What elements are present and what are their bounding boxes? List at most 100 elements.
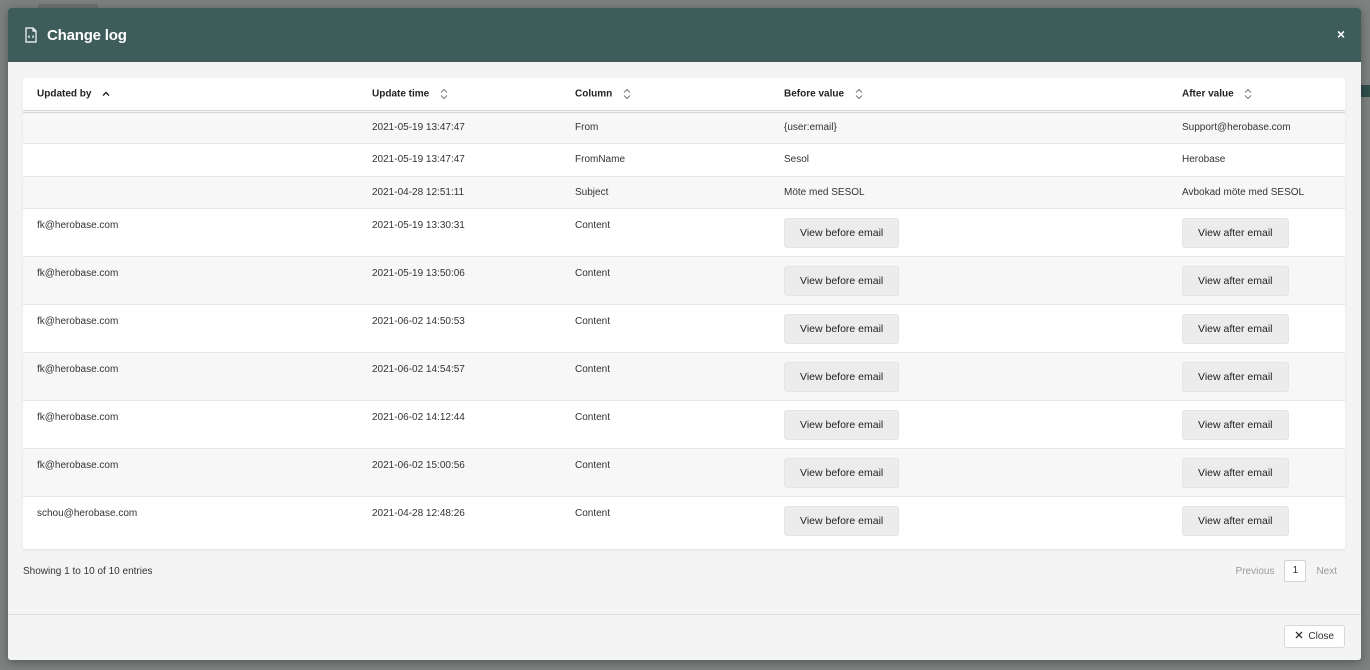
pagination-next[interactable]: Next xyxy=(1308,566,1345,577)
sort-updown-icon xyxy=(623,88,631,100)
cell-after-value: Herobase xyxy=(1168,143,1345,176)
cell-before-value: View before email xyxy=(770,496,1168,545)
modal-footer: Close xyxy=(8,614,1361,660)
change-log-table-card: Updated by Update time Column Before val… xyxy=(23,78,1345,549)
change-log-table: Updated by Update time Column Before val… xyxy=(23,78,1345,545)
view-after-email-button[interactable]: View after email xyxy=(1182,410,1289,440)
change-log-modal: Change log × Updated by Update time Colu… xyxy=(8,8,1361,660)
sort-updown-icon xyxy=(440,88,448,100)
cell-updated-by: fk@herobase.com xyxy=(23,448,358,497)
cell-after-value: Support@herobase.com xyxy=(1168,111,1345,144)
close-button-label: Close xyxy=(1308,631,1334,642)
cell-update-time: 2021-06-02 14:50:53 xyxy=(358,304,561,353)
cell-after-value: View after email xyxy=(1168,448,1345,497)
cell-updated-by: fk@herobase.com xyxy=(23,256,358,305)
table-info-text: Showing 1 to 10 of 10 entries xyxy=(23,565,153,577)
close-x-button[interactable]: × xyxy=(1337,26,1345,42)
cell-updated-by xyxy=(23,143,358,176)
cell-updated-by: fk@herobase.com xyxy=(23,208,358,257)
view-after-email-button[interactable]: View after email xyxy=(1182,314,1289,344)
cell-after-value: View after email xyxy=(1168,208,1345,257)
cell-updated-by xyxy=(23,111,358,144)
cell-after-value: View after email xyxy=(1168,400,1345,449)
cell-updated-by: schou@herobase.com xyxy=(23,496,358,545)
col-header-updated-by[interactable]: Updated by xyxy=(23,78,358,113)
cell-update-time: 2021-05-19 13:47:47 xyxy=(358,143,561,176)
cell-update-time: 2021-04-28 12:51:11 xyxy=(358,175,561,209)
view-before-email-button[interactable]: View before email xyxy=(784,362,900,392)
cell-update-time: 2021-05-19 13:50:06 xyxy=(358,256,561,305)
cell-column: Subject xyxy=(561,175,770,209)
view-before-email-button[interactable]: View before email xyxy=(784,458,900,488)
caret-up-icon xyxy=(102,88,110,100)
cell-before-value: Sesol xyxy=(770,143,1168,176)
cell-column: Content xyxy=(561,256,770,305)
cell-update-time: 2021-06-02 14:54:57 xyxy=(358,352,561,401)
table-row: schou@herobase.com 2021-04-28 12:48:26 C… xyxy=(23,496,1345,545)
view-after-email-button[interactable]: View after email xyxy=(1182,218,1289,248)
x-icon xyxy=(1295,631,1303,642)
cell-updated-by: fk@herobase.com xyxy=(23,400,358,449)
table-footer: Showing 1 to 10 of 10 entries Previous 1… xyxy=(23,558,1345,584)
table-row: 2021-05-19 13:47:47 FromName Sesol Herob… xyxy=(23,143,1345,176)
cell-column: Content xyxy=(561,496,770,545)
cell-after-value: View after email xyxy=(1168,304,1345,353)
pagination: Previous 1 Next xyxy=(1228,560,1345,582)
cell-update-time: 2021-04-28 12:48:26 xyxy=(358,496,561,545)
table-row: fk@herobase.com 2021-05-19 13:30:31 Cont… xyxy=(23,208,1345,257)
cell-before-value: View before email xyxy=(770,400,1168,449)
col-label: Before value xyxy=(784,88,845,100)
cell-after-value: Avbokad möte med SESOL xyxy=(1168,175,1345,209)
sort-updown-icon xyxy=(1244,88,1252,100)
cell-before-value: View before email xyxy=(770,256,1168,305)
cell-update-time: 2021-05-19 13:47:47 xyxy=(358,111,561,144)
document-icon xyxy=(24,27,38,43)
pagination-previous[interactable]: Previous xyxy=(1228,566,1283,577)
table-row: fk@herobase.com 2021-06-02 14:50:53 Cont… xyxy=(23,304,1345,353)
view-before-email-button[interactable]: View before email xyxy=(784,410,900,440)
view-after-email-button[interactable]: View after email xyxy=(1182,266,1289,296)
col-header-column[interactable]: Column xyxy=(561,78,770,113)
view-after-email-button[interactable]: View after email xyxy=(1182,506,1289,536)
cell-column: Content xyxy=(561,400,770,449)
view-before-email-button[interactable]: View before email xyxy=(784,506,900,536)
cell-update-time: 2021-06-02 14:12:44 xyxy=(358,400,561,449)
cell-column: From xyxy=(561,111,770,144)
col-label: Column xyxy=(575,88,613,100)
col-header-after-value[interactable]: After value xyxy=(1168,78,1345,113)
cell-before-value: View before email xyxy=(770,304,1168,353)
table-row: fk@herobase.com 2021-06-02 14:12:44 Cont… xyxy=(23,400,1345,449)
view-after-email-button[interactable]: View after email xyxy=(1182,458,1289,488)
table-row: fk@herobase.com 2021-06-02 15:00:56 Cont… xyxy=(23,448,1345,497)
cell-column: FromName xyxy=(561,143,770,176)
background-accent xyxy=(1360,85,1370,97)
cell-before-value: Möte med SESOL xyxy=(770,175,1168,209)
pagination-page-1[interactable]: 1 xyxy=(1284,560,1307,582)
cell-after-value: View after email xyxy=(1168,352,1345,401)
close-button[interactable]: Close xyxy=(1284,625,1345,648)
cell-before-value: View before email xyxy=(770,352,1168,401)
view-before-email-button[interactable]: View before email xyxy=(784,266,900,296)
sort-updown-icon xyxy=(855,88,863,100)
cell-column: Content xyxy=(561,304,770,353)
table-row: 2021-05-19 13:47:47 From {user:email} Su… xyxy=(23,111,1345,144)
cell-column: Content xyxy=(561,352,770,401)
cell-column: Content xyxy=(561,448,770,497)
col-header-before-value[interactable]: Before value xyxy=(770,78,1168,113)
cell-update-time: 2021-05-19 13:30:31 xyxy=(358,208,561,257)
col-header-update-time[interactable]: Update time xyxy=(358,78,561,113)
view-before-email-button[interactable]: View before email xyxy=(784,314,900,344)
cell-updated-by xyxy=(23,175,358,209)
table-row: fk@herobase.com 2021-06-02 14:54:57 Cont… xyxy=(23,352,1345,401)
cell-before-value: {user:email} xyxy=(770,111,1168,144)
col-label: Update time xyxy=(372,88,430,100)
col-label: Updated by xyxy=(37,88,92,100)
cell-before-value: View before email xyxy=(770,208,1168,257)
modal-header: Change log × xyxy=(8,8,1361,62)
cell-after-value: View after email xyxy=(1168,256,1345,305)
view-after-email-button[interactable]: View after email xyxy=(1182,362,1289,392)
view-before-email-button[interactable]: View before email xyxy=(784,218,900,248)
cell-after-value: View after email xyxy=(1168,496,1345,545)
cell-updated-by: fk@herobase.com xyxy=(23,304,358,353)
cell-column: Content xyxy=(561,208,770,257)
